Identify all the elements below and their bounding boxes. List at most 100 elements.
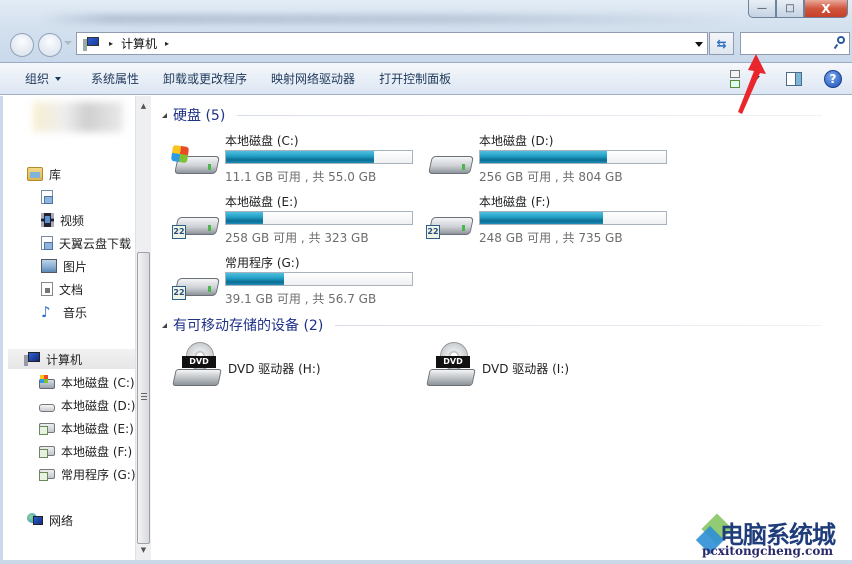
preview-pane-icon[interactable] [786,71,802,86]
close-button[interactable]: X [804,0,848,18]
breadcrumb-separator[interactable]: ▸ [165,39,169,48]
sidebar-item-libraries[interactable]: 库 [27,164,61,184]
map-network-drive-button[interactable]: 映射网络驱动器 [259,63,367,94]
sidebar-item-label: 库 [49,167,62,182]
sidebar-item-computer[interactable]: 计算机 [8,349,136,369]
sidebar-item-label: 常用程序 (G:) [61,467,136,482]
system-properties-button[interactable]: 系统属性 [79,63,151,94]
shared-drive-icon [39,469,55,481]
window-titlebar: — □ X ▸ 计算机 ▸ ⇆ [0,0,852,62]
dvd-drive-h[interactable]: DVD DVD 驱动器 (H:) [172,342,422,392]
sidebar-item-videos[interactable]: 视频 [41,210,84,230]
navigation-pane: 库 视频 天翼云盘下载 图片 文档 ♪ 音乐 计算机 本地磁盘 (C:) 本地磁… [0,96,136,564]
drive-space-info: 39.1 GB 可用 , 共 56.7 GB [225,292,377,306]
drive-usage-bar [225,150,413,164]
drive-tile-c[interactable]: 本地磁盘 (C:) 11.1 GB 可用 , 共 55.0 GB [170,132,422,188]
sidebar-item-drive-g[interactable]: 常用程序 (G:) [39,464,136,484]
drive-tile-d[interactable]: 本地磁盘 (D:) 256 GB 可用 , 共 804 GB [426,132,676,188]
drive-icon [39,404,55,412]
sidebar-item-drive-f[interactable]: 本地磁盘 (F:) [39,441,132,461]
drive-name: 常用程序 (G:) [225,256,300,270]
group-header-removable[interactable]: 有可移动存储的设备 (2) [162,315,822,335]
drive-icon [426,146,476,180]
sidebar-item-label: 文档 [59,282,84,297]
search-icon[interactable] [833,36,845,50]
drive-name: 本地磁盘 (F:) [479,195,551,209]
window-controls: — □ X [748,0,848,18]
window-bottom-border [0,560,852,564]
sidebar-item-label: 图片 [63,259,88,274]
organize-menu[interactable]: 组织 [0,63,79,94]
group-header-hard-disks[interactable]: 硬盘 (5) [162,105,822,125]
open-control-panel-button[interactable]: 打开控制面板 [367,63,463,94]
sidebar-item-drive-c[interactable]: 本地磁盘 (C:) [39,372,135,392]
dvd-drive-i[interactable]: DVD DVD 驱动器 (I:) [426,342,676,392]
collapse-triangle-icon[interactable] [162,322,167,328]
drive-usage-bar [479,211,667,225]
sidebar-item-label: 视频 [60,213,85,228]
drive-name: DVD 驱动器 (H:) [228,362,321,376]
address-bar[interactable]: ▸ 计算机 ▸ [76,32,708,55]
drive-name: 本地磁盘 (C:) [225,134,299,148]
drive-tile-g[interactable]: 22 常用程序 (G:) 39.1 GB 可用 , 共 56.7 GB [172,254,422,310]
document-icon [41,282,53,296]
forward-button[interactable] [38,33,62,57]
scroll-down-arrow-icon[interactable]: ▼ [136,542,151,558]
sidebar-item-cloud-downloads[interactable]: 天翼云盘下载 [41,233,131,253]
drive-space-info: 248 GB 可用 , 共 735 GB [479,231,623,245]
picture-icon [41,259,57,273]
watermark-logo: 电脑系统城 pcxitongcheng.com [695,512,852,564]
breadcrumb-computer[interactable]: 计算机 [121,35,157,52]
help-icon[interactable]: ? [824,69,842,88]
navigation-scrollbar[interactable]: ▲ ▼ [135,96,151,564]
dvd-badge: DVD [436,356,470,368]
drive-space-info: 258 GB 可用 , 共 323 GB [225,231,369,245]
drive-tile-f[interactable]: 22 本地磁盘 (F:) 248 GB 可用 , 共 735 GB [426,193,676,249]
library-folder-icon [27,167,43,181]
command-bar: 组织 系统属性 卸载或更改程序 映射网络驱动器 打开控制面板 ? [0,62,852,95]
sidebar-item-label: 计算机 [46,352,83,367]
sidebar-item-pictures[interactable]: 图片 [41,256,87,276]
windows-drive-icon [170,144,222,180]
music-icon: ♪ [41,303,51,321]
sidebar-item-label: 网络 [49,513,74,528]
drive-usage-fill [226,212,264,224]
sidebar-item-drive-d[interactable]: 本地磁盘 (D:) [39,395,135,415]
drive-tile-e[interactable]: 22 本地磁盘 (E:) 258 GB 可用 , 共 323 GB [172,193,422,249]
shared-drive-icon: 22 [426,207,476,241]
address-history-dropdown[interactable] [695,42,703,47]
content-pane: 硬盘 (5) 本地磁盘 (C:) 11.1 GB 可用 , 共 55.0 GB … [152,96,852,564]
computer-icon [83,36,101,51]
breadcrumb-separator[interactable]: ▸ [109,39,113,48]
sidebar-item-documents[interactable]: 文档 [41,279,83,299]
sidebar-item-music[interactable]: ♪ 音乐 [41,302,87,322]
drive-name: 本地磁盘 (E:) [225,195,298,209]
group-title: 有可移动存储的设备 (2) [173,318,324,334]
drive-usage-bar [225,211,413,225]
sidebar-item-label: 本地磁盘 (D:) [61,398,136,413]
dvd-drive-icon: DVD [426,342,478,388]
back-button[interactable] [10,33,34,57]
drive-space-info: 11.1 GB 可用 , 共 55.0 GB [225,170,377,184]
scroll-up-arrow-icon[interactable]: ▲ [136,98,151,114]
organize-label: 组织 [25,72,50,86]
video-icon [41,213,54,227]
uninstall-program-button[interactable]: 卸载或更改程序 [151,63,259,94]
drive-usage-fill [480,212,604,224]
sidebar-item-drive-e[interactable]: 本地磁盘 (E:) [39,418,134,438]
maximize-button[interactable]: □ [776,0,804,18]
minimize-button[interactable]: — [748,0,776,18]
group-title: 硬盘 (5) [173,108,226,124]
sidebar-item-library-unnamed[interactable] [41,187,59,207]
recent-pages-dropdown[interactable] [64,41,72,45]
drive-usage-bar [479,150,667,164]
scrollbar-thumb[interactable] [137,252,150,544]
sidebar-item-network[interactable]: 网络 [27,510,73,530]
computer-icon [24,352,40,366]
sidebar-item-label: 本地磁盘 (F:) [61,444,133,459]
sidebar-item-label: 本地磁盘 (E:) [61,421,134,436]
shared-drive-icon [39,446,55,458]
drive-usage-fill [226,151,375,163]
shared-drive-icon: 22 [172,207,222,241]
collapse-triangle-icon[interactable] [162,112,167,118]
